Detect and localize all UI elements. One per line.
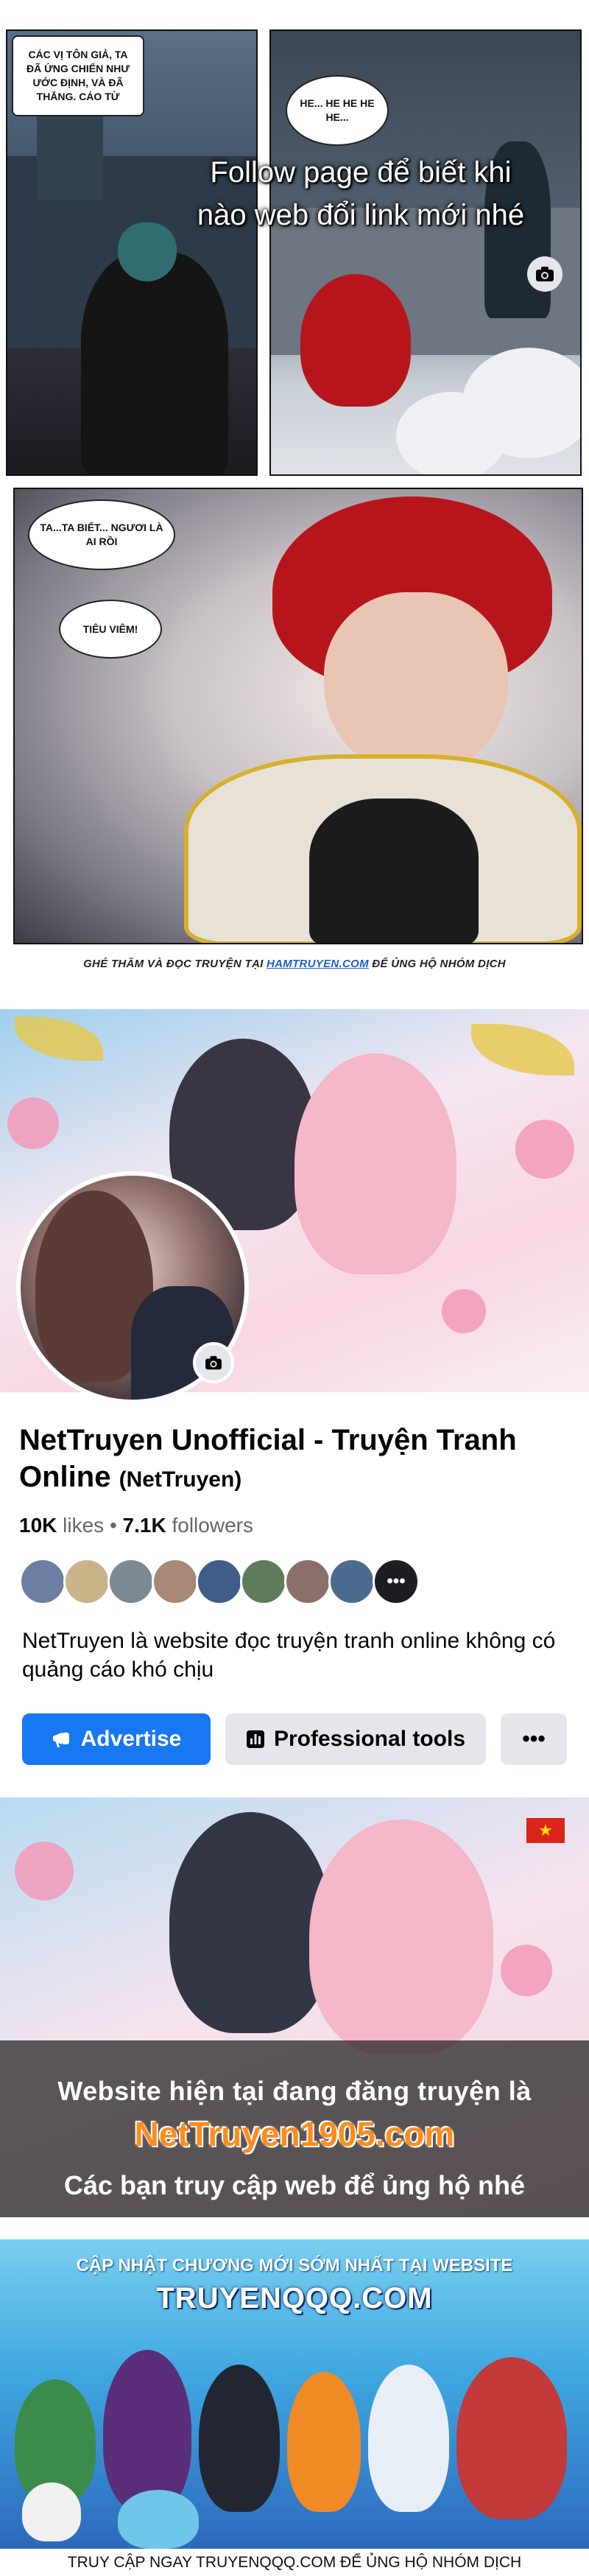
avatar[interactable] [152, 1558, 199, 1605]
notice-line-2: Các bạn truy cập web để ủng hộ nhé [63, 2170, 526, 2200]
page-title: NetTruyen Unofficial - Truyện Tranh Onli… [19, 1422, 579, 1495]
more-options-button[interactable]: ••• [501, 1713, 567, 1765]
truyenqqq-logo[interactable]: TRUYENQQQ.COM [0, 2282, 589, 2315]
character-art [199, 2365, 280, 2512]
cover-caption-line-2: nào web đổi link mới nhé [197, 199, 525, 231]
smoke-cloud [396, 392, 507, 474]
illustrated-couple-pink-hair [309, 1819, 493, 2055]
speech-bubble: TIÊU VIÊM! [59, 600, 162, 659]
more-friends-button[interactable]: ••• [373, 1558, 420, 1605]
professional-tools-button[interactable]: Professional tools [225, 1713, 486, 1765]
page-stats: 10K likes • 7.1K followers [19, 1514, 253, 1537]
qqq-headline: CẬP NHẬT CHƯƠNG MỚI SỚM NHẤT TẠI WEBSITE [76, 2256, 513, 2275]
cover-caption-line-1: Follow page để biết khi [210, 156, 512, 189]
notice-line-1: Website hiện tại đang đăng truyện là [57, 2076, 532, 2106]
avatar[interactable] [107, 1558, 155, 1605]
avatar[interactable] [240, 1558, 287, 1605]
red-haired-figure [300, 274, 411, 407]
page-description: NetTruyen là website đọc truyện tranh on… [22, 1629, 556, 1682]
character-art [118, 2490, 199, 2549]
page-name-text: NetTruyen Unofficial - Truyện Tranh Onli… [19, 1424, 517, 1493]
qqq-footer-text[interactable]: TRUY CẬP NGAY TRUYENQQQ.COM ĐỂ ỦNG HỘ NH… [0, 2549, 589, 2576]
cover-caption: Follow page để biết khi nào web đổi link… [140, 151, 582, 236]
advertise-label: Advertise [80, 1727, 182, 1751]
page-handle: (NetTruyen) [119, 1467, 242, 1492]
flower-decoration [515, 1120, 574, 1179]
avatar[interactable] [19, 1558, 66, 1605]
stats-separator: • [109, 1514, 123, 1537]
edit-cover-camera-icon[interactable] [527, 256, 562, 292]
likes-count: 10K [19, 1514, 57, 1537]
followers-label: followers [172, 1514, 253, 1537]
dark-tunic [309, 799, 479, 943]
friends-who-like-row[interactable]: ••• [19, 1558, 420, 1605]
character-art [287, 2372, 361, 2512]
vietnam-flag-icon: ★ [526, 1818, 565, 1843]
leaf-decoration [15, 1017, 103, 1061]
advertise-button[interactable]: Advertise [22, 1713, 211, 1765]
speech-bubble: HE... HE HE HE HE... [286, 75, 389, 146]
cloaked-figure [81, 252, 228, 474]
illustrated-couple-pink-hair [294, 1053, 456, 1274]
edit-profile-camera-icon[interactable] [193, 1342, 234, 1383]
notice-site-link[interactable]: NetTruyen1905.com [0, 2114, 589, 2154]
flower-decoration [501, 1945, 552, 1996]
manga-panel-1: CÁC VỊ TÔN GIẢ, TA ĐÃ ỨNG CHIẾN NHƯ ƯỚC … [6, 29, 258, 476]
manga-panel-2: HE... HE HE HE HE... [269, 29, 582, 476]
avatar[interactable] [196, 1558, 243, 1605]
credit-suffix: ĐỂ ỦNG HỘ NHÓM DỊCH [368, 958, 506, 970]
character-art [368, 2365, 449, 2512]
avatar[interactable] [63, 1558, 110, 1605]
bar-chart-icon [246, 1730, 265, 1749]
illustrated-couple [169, 1812, 331, 2033]
avatar[interactable] [284, 1558, 331, 1605]
speech-bubble: CÁC VỊ TÔN GIẢ, TA ĐÃ ỨNG CHIẾN NHƯ ƯỚC … [12, 35, 144, 116]
character-art [22, 2482, 81, 2541]
character-art [103, 2350, 191, 2512]
professional-tools-label: Professional tools [273, 1727, 466, 1751]
flower-decoration [15, 1842, 74, 1901]
flower-decoration [7, 1098, 59, 1149]
speech-bubble: TA...TA BIẾT... NGƯƠI LÀ AI RỒI [28, 499, 175, 570]
manga-panel-3: TA...TA BIẾT... NGƯƠI LÀ AI RỒI TIÊU VIÊ… [13, 488, 583, 944]
likes-label: likes [63, 1514, 105, 1537]
credit-site-link[interactable]: HAMTRUYEN.COM [267, 958, 369, 970]
scanlation-credit: GHÉ THĂM VÀ ĐỌC TRUYỆN TẠI HAMTRUYEN.COM… [0, 958, 589, 970]
injured-face [324, 592, 508, 776]
page-action-buttons: Advertise Professional tools ••• [22, 1713, 567, 1765]
avatar[interactable] [328, 1558, 375, 1605]
flower-decoration [442, 1289, 486, 1333]
credit-prefix: GHÉ THĂM VÀ ĐỌC TRUYỆN TẠI [83, 958, 267, 970]
followers-count: 7.1K [122, 1514, 166, 1537]
megaphone-icon [52, 1730, 72, 1749]
character-art [456, 2357, 567, 2519]
leaf-decoration [471, 1024, 574, 1075]
castle-tower [37, 112, 103, 200]
